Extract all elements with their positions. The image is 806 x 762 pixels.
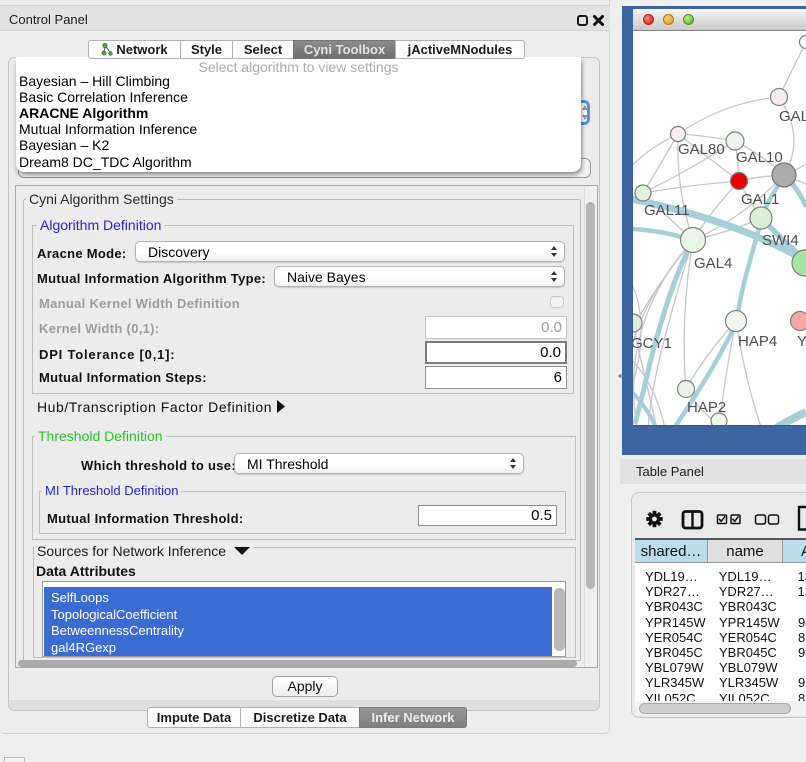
svg-text:GAL7: GAL7 [779, 108, 806, 125]
svg-text:GAL80: GAL80 [678, 141, 725, 158]
svg-text:GAL10: GAL10 [736, 149, 783, 166]
svg-text:GAL11: GAL11 [644, 202, 690, 219]
svg-text:SWI4: SWI4 [762, 232, 799, 249]
svg-text:HAP2: HAP2 [687, 399, 726, 416]
svg-text:GAL1: GAL1 [741, 191, 779, 208]
svg-text:YJ: YJ [797, 333, 806, 350]
svg-text:GAL4: GAL4 [694, 255, 732, 272]
svg-text:HAP4: HAP4 [738, 333, 777, 350]
svg-text:GCY1: GCY1 [633, 335, 672, 352]
